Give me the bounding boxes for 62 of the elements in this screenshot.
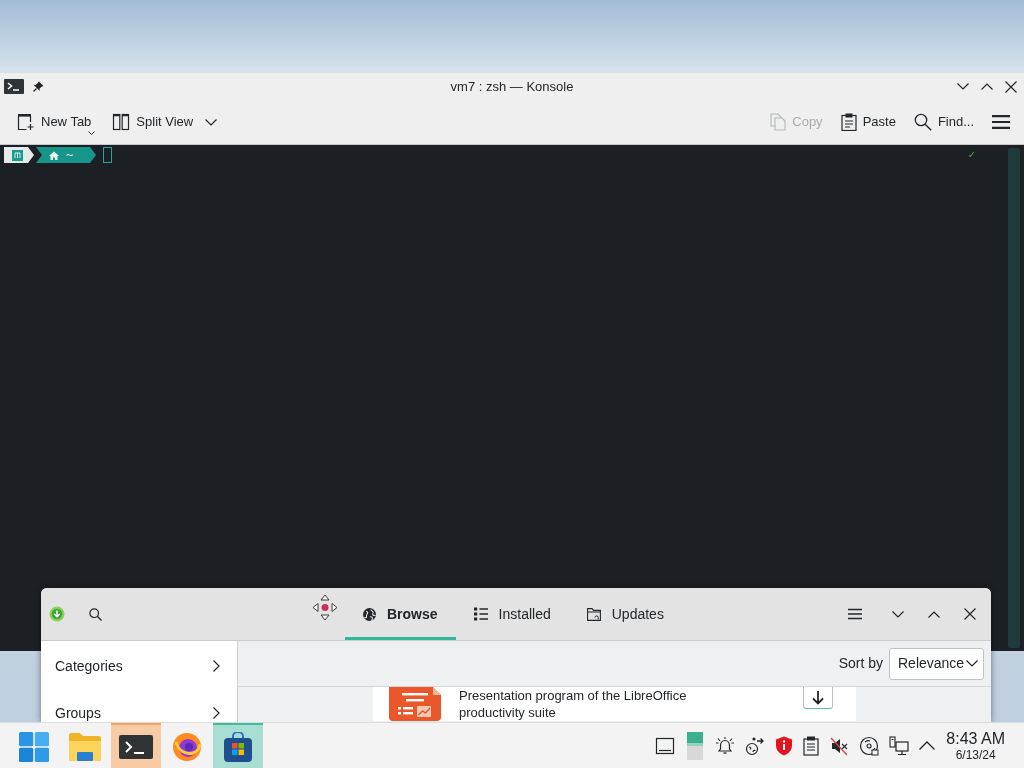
chevron-right-icon [213, 707, 220, 719]
globe-arrow-icon[interactable] [745, 735, 766, 756]
chevron-up-icon[interactable] [919, 741, 936, 750]
circle-logo-icon [49, 606, 65, 622]
clipboard-icon[interactable] [803, 735, 820, 756]
chevron-right-icon [213, 660, 220, 672]
computer-icon[interactable] [889, 735, 910, 756]
disc-icon[interactable] [859, 735, 880, 756]
sort-label: Sort by [838, 654, 883, 673]
speaker-muted-icon[interactable] [829, 735, 850, 756]
shopping-bag-icon [224, 731, 252, 762]
sidebar-item[interactable]: Groups [41, 704, 237, 722]
terminal-icon [119, 734, 153, 759]
window-icon[interactable] [655, 736, 676, 755]
chevron-down-icon[interactable] [957, 83, 969, 90]
sort-dropdown[interactable]: Relevance [889, 647, 984, 680]
arrow-down-icon [812, 690, 824, 705]
tab[interactable]: Installed [455, 588, 569, 640]
list-icon [473, 607, 488, 621]
close-icon[interactable] [964, 608, 976, 620]
search-icon[interactable] [89, 607, 102, 621]
copy-icon [770, 113, 787, 131]
folder-icon [586, 607, 601, 621]
shield-icon[interactable] [775, 735, 794, 756]
find-button[interactable]: Find... [908, 106, 979, 138]
terminal-icon [4, 79, 24, 94]
app-description: Presentation program of the LibreOffice productivity suite [459, 687, 688, 721]
pin-icon[interactable] [33, 81, 44, 92]
grid-logo-icon [19, 731, 49, 762]
menu-icon [992, 115, 1010, 129]
chevron-up-icon[interactable] [981, 83, 993, 90]
window-title: vm7 : zsh — Konsole [449, 77, 575, 96]
search-icon [913, 113, 932, 131]
clock-date: 6/13/24 [955, 747, 996, 762]
taskbar-button[interactable] [111, 723, 161, 768]
prompt-path: ~ [66, 147, 74, 163]
close-icon[interactable] [1005, 80, 1017, 93]
bell-icon[interactable] [715, 735, 736, 756]
clock-time: 8:43 AM [946, 729, 1005, 748]
split-view-button[interactable]: Split View [107, 106, 223, 138]
move-cursor-icon [312, 594, 338, 621]
chevron-down-icon [966, 660, 978, 667]
globe-icon [363, 607, 376, 621]
text-cursor [103, 147, 112, 163]
home-icon [49, 150, 59, 160]
sidebar-item[interactable]: Categories [41, 657, 237, 675]
new-tab-icon [17, 113, 35, 131]
menu-icon[interactable] [848, 608, 862, 620]
install-button[interactable] [803, 687, 833, 709]
chevron-up-icon[interactable] [928, 610, 940, 618]
folder-icon [69, 732, 101, 761]
tab[interactable]: Browse [345, 588, 456, 640]
split-view-icon [112, 113, 131, 131]
tab[interactable]: Updates [568, 588, 682, 640]
chevron-down-icon[interactable] [892, 610, 904, 618]
paste-button[interactable]: Paste [835, 106, 901, 138]
taskbar-button[interactable] [213, 723, 263, 768]
status-mark: ✓ [968, 147, 975, 163]
scrollbar[interactable] [1008, 148, 1020, 648]
new-tab-button[interactable]: New Tab [12, 106, 97, 138]
clipboard-icon [840, 113, 857, 131]
globe-logo-icon [172, 731, 202, 762]
